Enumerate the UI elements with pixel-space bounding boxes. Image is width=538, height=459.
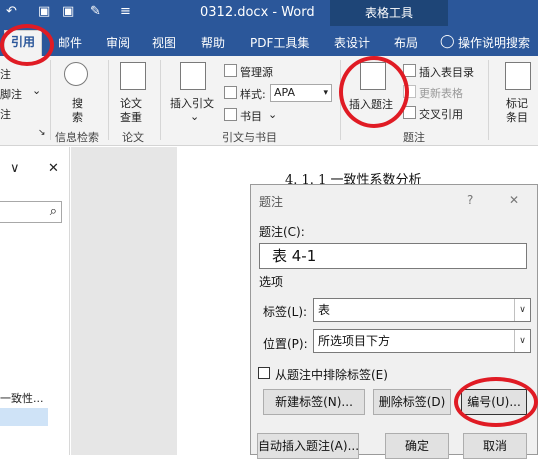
tab-view[interactable]: 视图 xyxy=(152,34,176,51)
highlight-circle-numbering xyxy=(454,377,538,427)
delete-label-button[interactable]: 删除标签(D) xyxy=(373,389,451,415)
group-paper: 论文 xyxy=(122,131,144,144)
close-icon[interactable]: ✕ xyxy=(509,193,519,207)
caption-input[interactable]: 表 4-1 xyxy=(259,243,527,269)
footnote-fragment-2[interactable]: 注 xyxy=(0,106,11,122)
manage-sources-button[interactable]: 管理源 xyxy=(240,64,273,80)
highlight-circle-references-tab xyxy=(0,24,54,66)
nav-search-input[interactable]: ⌕ xyxy=(0,201,62,223)
footnote-fragment[interactable]: 注 xyxy=(0,66,11,82)
title-bar: ↶ ▣ ▣ ✎ ≡ 0312.docx - Word 表格工具 xyxy=(0,0,538,26)
tab-table-design[interactable]: 表设计 xyxy=(334,34,370,51)
tab-help[interactable]: 帮助 xyxy=(201,34,225,51)
tell-me-search[interactable]: 操作说明搜索 xyxy=(458,34,530,51)
mark-entry-label-2[interactable]: 条目 xyxy=(506,109,528,125)
endnote-fragment[interactable]: 脚注 xyxy=(0,86,22,102)
tab-layout[interactable]: 布局 xyxy=(394,34,418,51)
tab-pdf-tools[interactable]: PDF工具集 xyxy=(250,34,309,51)
insert-citation-button[interactable]: 插入引文 xyxy=(170,95,214,111)
chevron-down-icon[interactable]: ∨ xyxy=(514,330,530,352)
insert-table-of-figures-button[interactable]: 插入表目录 xyxy=(419,64,474,80)
highlight-circle-insert-caption xyxy=(339,56,409,128)
search-icon[interactable]: ⌕ xyxy=(50,204,57,219)
quick-access-icon[interactable]: ▣ xyxy=(38,4,50,19)
customize-icon[interactable]: ≡ xyxy=(120,4,131,19)
position-value: 所选项目下方 xyxy=(318,334,391,348)
mark-entry-icon xyxy=(505,62,531,90)
ribbon-tabs: 引用 邮件 审阅 视图 帮助 PDF工具集 表设计 布局 ◯ 操作说明搜索 xyxy=(0,26,538,56)
close-icon[interactable]: ✕ xyxy=(48,161,59,176)
new-label-button[interactable]: 新建标签(N)... xyxy=(263,389,365,415)
bibliography-button[interactable]: 书目 xyxy=(240,108,262,124)
undo-icon[interactable]: ↶ xyxy=(6,4,17,19)
help-icon[interactable]: ? xyxy=(467,193,473,207)
tab-mailings[interactable]: 邮件 xyxy=(58,34,82,51)
label-select[interactable]: 表 ∨ xyxy=(313,298,531,322)
group-divider xyxy=(160,60,161,140)
caption-value: 表 4-1 xyxy=(272,247,317,265)
paper-check-icon xyxy=(120,62,146,90)
dialog-launcher-icon[interactable]: ↘ xyxy=(38,128,46,138)
info-search-icon xyxy=(64,62,88,86)
document-background xyxy=(71,147,177,455)
caption-label: 题注(C): xyxy=(259,225,305,239)
bibliography-icon xyxy=(224,108,237,121)
cross-reference-button[interactable]: 交叉引用 xyxy=(419,106,463,122)
window-title: 0312.docx - Word xyxy=(200,5,315,20)
chevron-down-icon[interactable]: ⌄ xyxy=(268,108,277,121)
chevron-down-icon[interactable]: ∨ xyxy=(10,161,20,176)
options-heading: 选项 xyxy=(259,275,284,289)
chevron-down-icon[interactable]: ∨ xyxy=(514,299,530,321)
lightbulb-icon: ◯ xyxy=(440,34,455,49)
table-tools-label: 表格工具 xyxy=(330,0,448,26)
navigation-pane: ∨ ✕ ⌕ 一致性... xyxy=(0,147,70,455)
update-table-button: 更新表格 xyxy=(419,87,463,100)
exclude-label-checkbox[interactable] xyxy=(258,367,270,379)
tab-review[interactable]: 审阅 xyxy=(106,34,130,51)
position-field-label: 位置(P): xyxy=(263,337,308,351)
style-select[interactable]: APA ▾ xyxy=(270,84,332,102)
style-value: APA xyxy=(274,86,295,99)
label-field-label: 标签(L): xyxy=(263,305,308,319)
style-label: 样式: xyxy=(240,88,266,101)
chevron-down-icon[interactable]: ⌄ xyxy=(190,110,199,123)
nav-heading-item[interactable]: 一致性... xyxy=(0,390,44,406)
ok-button[interactable]: 确定 xyxy=(385,433,449,459)
position-select[interactable]: 所选项目下方 ∨ xyxy=(313,329,531,353)
paper-check-label-2[interactable]: 查重 xyxy=(120,109,142,125)
autocaption-button[interactable]: 自动插入题注(A)... xyxy=(257,433,359,459)
group-divider xyxy=(50,60,51,140)
insert-citation-icon xyxy=(180,62,206,90)
group-citations: 引文与书目 xyxy=(222,131,277,144)
group-info-search: 信息检索 xyxy=(55,131,99,144)
chevron-down-icon[interactable]: ⌄ xyxy=(32,84,41,97)
dialog-title: 题注 xyxy=(259,195,284,209)
dropdown-arrow-icon: ▾ xyxy=(323,88,328,98)
folder-icon[interactable]: ✎ xyxy=(90,4,101,19)
search-button-label-2[interactable]: 索 xyxy=(72,109,83,125)
save-icon[interactable]: ▣ xyxy=(62,4,74,19)
manage-sources-icon xyxy=(224,64,237,77)
style-icon xyxy=(224,86,237,99)
exclude-label-text[interactable]: 从题注中排除标签(E) xyxy=(275,366,388,383)
group-divider xyxy=(488,60,489,140)
group-captions: 题注 xyxy=(403,131,425,144)
ribbon: 注 脚注 注 ⌄ ↘ 搜 索 信息检索 论文 查重 论文 插入引文 ⌄ 管理源 … xyxy=(0,56,538,146)
group-divider xyxy=(108,60,109,140)
nav-item-highlight[interactable] xyxy=(0,408,48,426)
cancel-button[interactable]: 取消 xyxy=(463,433,527,459)
label-value: 表 xyxy=(318,303,331,317)
